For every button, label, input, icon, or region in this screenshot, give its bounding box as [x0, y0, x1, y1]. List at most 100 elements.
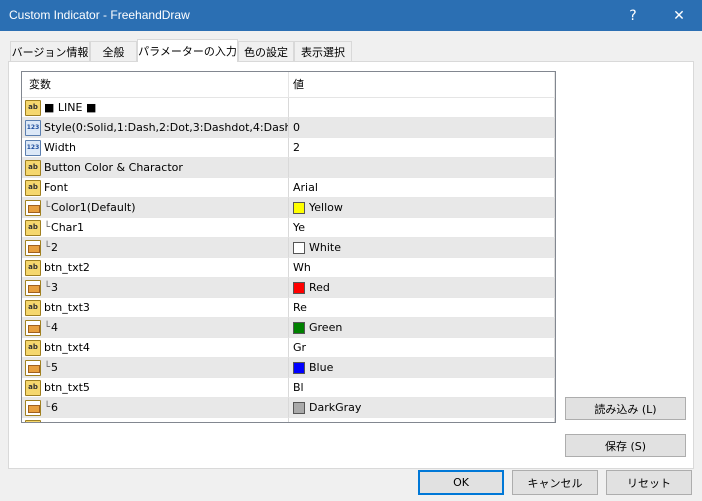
color-swatch — [293, 321, 305, 334]
table-row[interactable]: ab btn_txt4 Gr — [22, 338, 555, 358]
value-cell[interactable]: Da — [289, 418, 555, 422]
value-cell[interactable]: Red — [289, 278, 555, 298]
value-text: Gr — [293, 341, 307, 354]
color-type-icon — [25, 319, 41, 336]
column-header-variable[interactable]: 変数 — [22, 72, 289, 97]
save-button[interactable]: 保存 (S) — [565, 434, 686, 457]
value-cell[interactable]: White — [289, 238, 555, 258]
variable-cell: ab └ Char1 — [22, 218, 289, 238]
close-button[interactable]: ✕ — [656, 0, 702, 31]
tab-strip: バージョン情報 全般 パラメーターの入力 色の設定 表示選択 — [8, 39, 694, 62]
variable-name: ■ LINE ■ — [44, 101, 97, 114]
load-button[interactable]: 読み込み (L) — [565, 397, 686, 420]
variable-name: btn_txt2 — [44, 261, 90, 274]
value-cell[interactable]: Ye — [289, 218, 555, 238]
string-type-icon: ab — [25, 419, 41, 422]
value-cell[interactable]: Blue — [289, 358, 555, 378]
tree-branch-icon: └ — [44, 282, 51, 293]
color-type-icon — [25, 199, 41, 216]
table-row[interactable]: ab Button Color & Charactor — [22, 158, 555, 178]
string-type-icon: ab — [25, 259, 41, 276]
table-row[interactable]: 123 Style(0:Solid,1:Dash,2:Dot,3:Dashdot,… — [22, 118, 555, 138]
color-swatch — [293, 241, 305, 254]
parameters-grid[interactable]: 変数 値 ab ■ LINE ■ 123 Style(0:Solid,1:Dash,2… — [21, 71, 556, 423]
value-cell[interactable] — [289, 158, 555, 178]
table-row[interactable]: └ 4 Green — [22, 318, 555, 338]
value-text: 0 — [293, 121, 300, 134]
variable-name: 6 — [51, 401, 59, 414]
value-cell[interactable]: 0 — [289, 118, 555, 138]
value-cell[interactable]: Yellow — [289, 198, 555, 218]
number-type-icon: 123 — [25, 139, 41, 156]
color-swatch — [293, 361, 305, 374]
variable-cell: 123 Style(0:Solid,1:Dash,2:Dot,3:Dashdot,… — [22, 118, 289, 138]
string-type-icon: ab — [25, 159, 41, 176]
variable-cell: └ 4 — [22, 318, 289, 338]
color-swatch — [293, 281, 305, 294]
title-bar: Custom Indicator - FreehandDraw ? ✕ — [0, 0, 702, 31]
reset-button[interactable]: リセット — [606, 470, 692, 495]
value-cell[interactable]: Wh — [289, 258, 555, 278]
table-row[interactable]: 123 Width 2 — [22, 138, 555, 158]
value-text: Yellow — [309, 201, 343, 214]
variable-cell: └ 5 — [22, 358, 289, 378]
table-row[interactable]: └ 5 Blue — [22, 358, 555, 378]
variable-cell: ab ■ LINE ■ — [22, 98, 289, 118]
color-type-icon — [25, 359, 41, 376]
variable-name: btn_txt3 — [44, 301, 90, 314]
value-text: Blue — [309, 361, 334, 374]
table-row[interactable]: ab btn_txt2 Wh — [22, 258, 555, 278]
value-cell[interactable]: Arial — [289, 178, 555, 198]
value-text: Re — [293, 301, 307, 314]
value-cell[interactable]: DarkGray — [289, 398, 555, 418]
color-type-icon — [25, 279, 41, 296]
value-text: Green — [309, 321, 343, 334]
color-swatch — [293, 401, 305, 414]
variable-name: btn_txt6 — [44, 421, 90, 422]
table-row[interactable]: └ Color1(Default) Yellow — [22, 198, 555, 218]
value-cell[interactable]: Re — [289, 298, 555, 318]
string-type-icon: ab — [25, 339, 41, 356]
value-cell[interactable]: Green — [289, 318, 555, 338]
color-swatch — [293, 201, 305, 214]
table-row[interactable]: ab btn_txt3 Re — [22, 298, 555, 318]
variable-name: 3 — [51, 281, 59, 294]
table-row[interactable]: └ 2 White — [22, 238, 555, 258]
string-type-icon: ab — [25, 299, 41, 316]
table-row[interactable]: ab btn_txt5 Bl — [22, 378, 555, 398]
tab-version-info[interactable]: バージョン情報 — [10, 41, 90, 61]
window-title: Custom Indicator - FreehandDraw — [9, 8, 190, 22]
table-row[interactable]: ab └ Char1 Ye — [22, 218, 555, 238]
table-row[interactable]: ab ■ LINE ■ — [22, 98, 555, 118]
value-text: Red — [309, 281, 330, 294]
variable-name: Button Color & Charactor — [44, 161, 183, 174]
cancel-button[interactable]: キャンセル — [512, 470, 598, 495]
variable-cell: ab Font — [22, 178, 289, 198]
number-type-icon: 123 — [25, 119, 41, 136]
value-cell[interactable] — [289, 98, 555, 118]
table-row[interactable]: ab Font Arial — [22, 178, 555, 198]
string-type-icon: ab — [25, 379, 41, 396]
value-text: Bl — [293, 381, 304, 394]
table-row[interactable]: abbtn_txt6 Da — [22, 418, 555, 422]
tree-branch-icon: └ — [44, 202, 51, 213]
column-header-value[interactable]: 値 — [289, 72, 555, 97]
value-text: Wh — [293, 261, 311, 274]
tab-colors[interactable]: 色の設定 — [238, 41, 294, 61]
variable-cell: └ 3 — [22, 278, 289, 298]
value-text: Da — [293, 421, 308, 422]
variable-cell: └ 2 — [22, 238, 289, 258]
variable-cell: ab btn_txt2 — [22, 258, 289, 278]
tab-visualization[interactable]: 表示選択 — [294, 41, 352, 61]
value-cell[interactable]: Gr — [289, 338, 555, 358]
table-row[interactable]: └ 6 DarkGray — [22, 398, 555, 418]
value-cell[interactable]: 2 — [289, 138, 555, 158]
table-row[interactable]: └ 3 Red — [22, 278, 555, 298]
value-cell[interactable]: Bl — [289, 378, 555, 398]
tab-parameters[interactable]: パラメーターの入力 — [137, 39, 238, 62]
value-text: DarkGray — [309, 401, 362, 414]
tree-branch-icon: └ — [44, 362, 51, 373]
tab-general[interactable]: 全般 — [90, 41, 137, 61]
help-button[interactable]: ? — [610, 0, 656, 31]
ok-button[interactable]: OK — [418, 470, 504, 495]
